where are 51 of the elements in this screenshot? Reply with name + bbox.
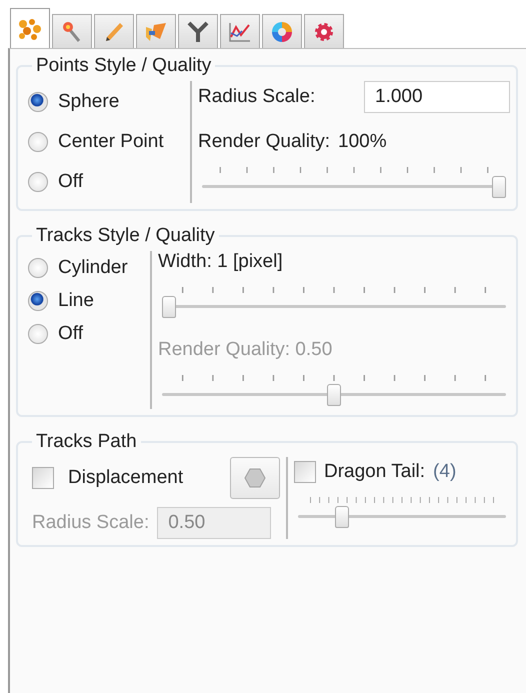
wand-icon <box>62 20 82 42</box>
tab[interactable] <box>262 14 302 48</box>
group-title: Points Style / Quality <box>35 55 212 77</box>
slider-thumb[interactable] <box>327 384 341 406</box>
render-quality-value: 100% <box>338 131 387 153</box>
tab[interactable] <box>178 14 218 48</box>
radio-label: Off <box>58 171 83 193</box>
slider[interactable] <box>162 383 506 407</box>
slider[interactable] <box>298 505 506 529</box>
slider[interactable] <box>162 295 506 319</box>
radio-label: Sphere <box>58 91 120 113</box>
field-label: Radius Scale: <box>32 512 150 534</box>
tab[interactable] <box>304 14 344 48</box>
slider-thumb[interactable] <box>334 506 349 528</box>
radius-scale-field[interactable]: 1.000 <box>364 81 510 113</box>
pencil-icon <box>104 20 124 42</box>
slider-thumb[interactable] <box>162 296 176 318</box>
group-title: Tracks Style / Quality <box>35 225 216 247</box>
render-quality-label: Render Quality: 0.50 <box>158 339 334 361</box>
radio-label: Cylinder <box>58 257 128 279</box>
sphere-button[interactable] <box>230 457 280 499</box>
chart-icon <box>228 20 252 42</box>
gear-icon <box>313 20 335 42</box>
radio-button[interactable] <box>28 258 48 278</box>
checkbox-label: Displacement <box>68 467 184 489</box>
tab[interactable] <box>10 8 50 48</box>
brush-icon <box>144 20 168 42</box>
slider[interactable] <box>202 175 506 199</box>
tab[interactable] <box>52 14 92 48</box>
render-quality-label: Render Quality: <box>198 131 330 153</box>
checkbox[interactable] <box>32 467 54 489</box>
radio-button[interactable] <box>28 291 48 311</box>
field-label: Radius Scale: <box>198 86 316 108</box>
radio-label: Line <box>58 290 94 312</box>
color-ring-icon <box>270 20 294 44</box>
checkbox-label: Dragon Tail: <box>324 461 426 483</box>
group-title: Tracks Path <box>35 431 138 453</box>
slider-thumb[interactable] <box>492 176 506 198</box>
radio-button[interactable] <box>28 172 48 192</box>
checkbox[interactable] <box>294 461 316 483</box>
radio-label: Off <box>58 323 83 345</box>
radio-button[interactable] <box>28 92 48 112</box>
hexagon-icon <box>244 468 266 488</box>
dragon-tail-count: (4) <box>433 461 456 483</box>
fork-icon <box>187 20 209 42</box>
tab[interactable] <box>220 14 260 48</box>
radio-label: Center Point <box>58 131 164 153</box>
radio-button[interactable] <box>28 132 48 152</box>
molecules-icon <box>17 18 43 40</box>
width-label: Width: 1 [pixel] <box>158 251 284 273</box>
radio-button[interactable] <box>28 324 48 344</box>
